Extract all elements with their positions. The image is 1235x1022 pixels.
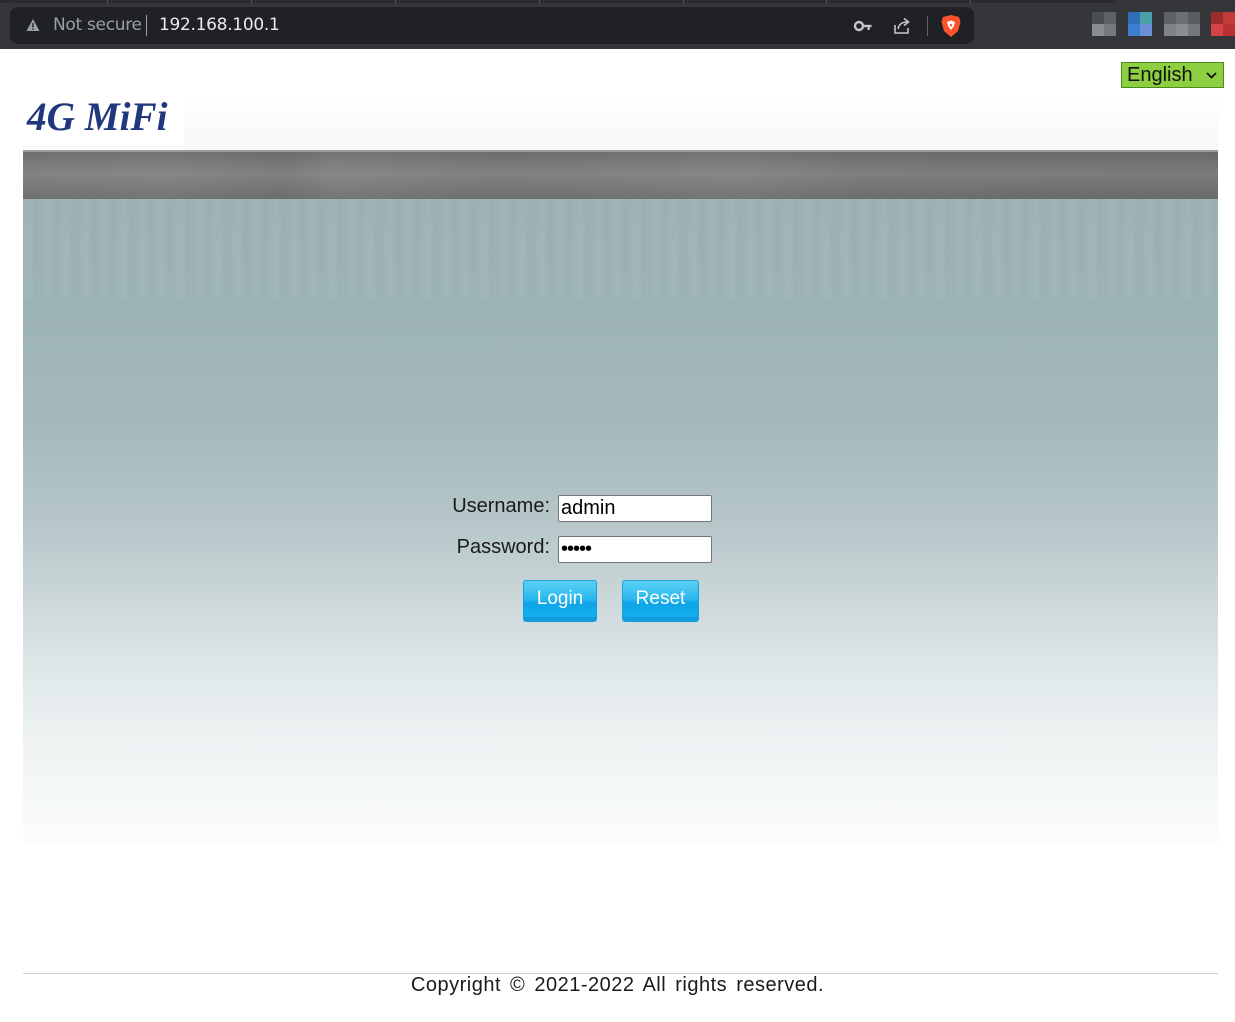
extension-icon-4[interactable]: [1211, 12, 1235, 36]
browser-toolbar: Not secure 192.168.100.1: [0, 0, 1235, 49]
brave-shield-icon[interactable]: [940, 14, 962, 38]
copyright-text: Copyright © 2021-2022 All rights reserve…: [410, 974, 825, 996]
extension-icon-1[interactable]: [1092, 12, 1116, 36]
address-bar[interactable]: Not secure 192.168.100.1: [10, 7, 974, 44]
password-label: Password:: [456, 536, 550, 558]
password-input[interactable]: [558, 536, 712, 563]
url-divider: [146, 15, 147, 36]
extension-icon-3[interactable]: [1164, 12, 1200, 36]
extension-icon-2[interactable]: [1128, 12, 1152, 36]
reset-button[interactable]: Reset: [622, 580, 699, 622]
username-input[interactable]: [558, 495, 712, 522]
logo-text: 4G MiFi: [27, 94, 168, 139]
navigation-bar: [23, 150, 1218, 199]
omnibox-divider: [927, 16, 928, 36]
tab-strip: [0, 0, 1115, 3]
url-text[interactable]: 192.168.100.1: [159, 15, 280, 35]
language-selected: English: [1127, 64, 1193, 86]
header-band: [23, 93, 1218, 149]
share-icon[interactable]: [892, 16, 912, 36]
logo: 4G MiFi: [23, 93, 184, 145]
warning-icon[interactable]: [26, 18, 40, 32]
language-select[interactable]: English: [1121, 62, 1224, 88]
username-label: Username:: [452, 495, 550, 517]
key-icon[interactable]: [853, 17, 873, 35]
login-button[interactable]: Login: [523, 580, 597, 622]
security-status-label[interactable]: Not secure: [53, 15, 142, 35]
router-page: English 4G MiFi Username: Password: Logi…: [0, 49, 1235, 1022]
chevron-down-icon: [1206, 72, 1217, 79]
